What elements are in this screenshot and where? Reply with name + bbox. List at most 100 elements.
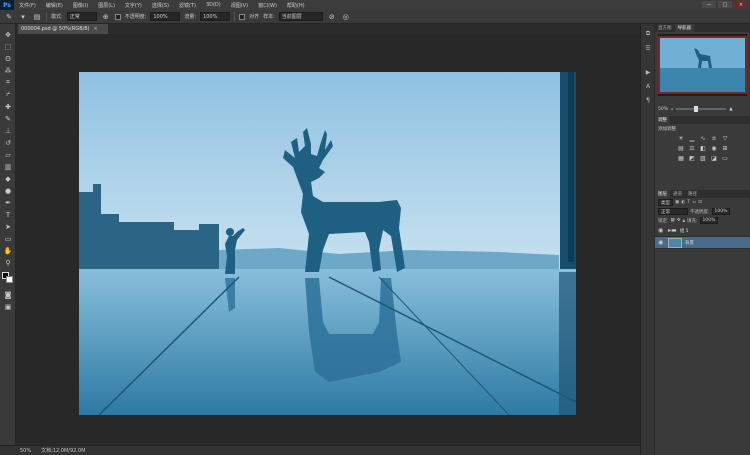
pressure-icon[interactable]: ◎: [341, 12, 351, 22]
canvas-area[interactable]: [16, 34, 640, 445]
history-brush-tool-icon[interactable]: ↺: [3, 138, 13, 147]
path-select-tool-icon[interactable]: ➤: [3, 222, 13, 231]
clone-stamp-tool-icon[interactable]: ⊥: [3, 126, 13, 135]
visibility-eye-icon[interactable]: ◉: [658, 227, 665, 234]
zoom-out-icon[interactable]: ▵: [671, 107, 673, 112]
lock-pixels-icon[interactable]: ▦: [671, 218, 675, 223]
black-white-icon[interactable]: ◧: [699, 145, 707, 152]
fill-field[interactable]: 100%: [699, 217, 719, 224]
document-size[interactable]: 文档:12.0M/92.0M: [41, 447, 85, 454]
menu-window[interactable]: 窗口(W): [253, 2, 282, 9]
layer-group[interactable]: ◉ ▸▬ 组 1: [655, 225, 750, 237]
opacity-field[interactable]: 100%: [150, 12, 181, 21]
zoom-level[interactable]: 50%: [20, 448, 31, 454]
minimize-button[interactable]: —: [702, 1, 716, 8]
brush-tool-icon[interactable]: ✎: [4, 12, 14, 22]
quick-mask-icon[interactable]: ◙: [3, 290, 13, 299]
quick-select-tool-icon[interactable]: ⁂: [3, 66, 13, 75]
history-panel-icon[interactable]: ⧉: [644, 30, 652, 38]
navigator-thumbnail[interactable]: [658, 34, 747, 96]
document-tab[interactable]: 000004.psd @ 50%(RGB/8) ×: [18, 24, 108, 34]
marquee-tool-icon[interactable]: ⬚: [3, 42, 13, 51]
layer-background[interactable]: ◉ 背景: [655, 237, 750, 249]
document-canvas-image[interactable]: [79, 72, 576, 415]
brush-tool-icon[interactable]: ✎: [3, 114, 13, 123]
filter-pixel-icon[interactable]: ▣: [675, 200, 679, 205]
filter-smart-icon[interactable]: ⊡: [698, 200, 702, 205]
threshold-icon[interactable]: ◪: [710, 155, 718, 162]
paragraph-panel-icon[interactable]: ¶: [644, 96, 652, 104]
zoom-slider[interactable]: [676, 106, 727, 112]
crop-tool-icon[interactable]: ⌗: [3, 78, 13, 87]
filter-adjust-icon[interactable]: ◐: [681, 200, 685, 205]
menu-view[interactable]: 视图(V): [226, 2, 253, 9]
flow-field[interactable]: 100%: [200, 12, 231, 21]
levels-icon[interactable]: ▁: [688, 135, 696, 142]
zoom-in-icon[interactable]: ▲: [729, 107, 732, 112]
gradient-map-icon[interactable]: ▭: [721, 155, 729, 162]
ignore-adjustment-icon[interactable]: ⊘: [327, 12, 337, 22]
navigator-zoom[interactable]: 50%: [658, 107, 668, 112]
photo-filter-icon[interactable]: ◉: [710, 145, 718, 152]
menu-type[interactable]: 文字(Y): [120, 2, 147, 9]
tab-layers[interactable]: 图层: [655, 190, 670, 198]
color-balance-icon[interactable]: ⚖: [688, 145, 696, 152]
menu-filter[interactable]: 滤镜(T): [174, 2, 201, 9]
tab-channels[interactable]: 通道: [670, 190, 685, 198]
hand-tool-icon[interactable]: ✋: [3, 246, 13, 255]
maximize-button[interactable]: □: [718, 1, 732, 8]
menu-layer[interactable]: 图层(L): [93, 2, 120, 9]
eyedropper-tool-icon[interactable]: ⌿: [3, 90, 13, 99]
vibrance-icon[interactable]: ▽: [721, 135, 729, 142]
shape-tool-icon[interactable]: ▭: [3, 234, 13, 243]
zoom-tool-icon[interactable]: ⚲: [3, 258, 13, 267]
menu-3d[interactable]: 3D(D): [201, 2, 226, 8]
brightness-icon[interactable]: ☀: [677, 135, 685, 142]
lasso-tool-icon[interactable]: ʘ: [3, 54, 13, 63]
brush-panel-icon[interactable]: ▤: [32, 12, 42, 22]
brush-preset-icon[interactable]: ▾: [18, 12, 28, 22]
move-tool-icon[interactable]: ✥: [3, 30, 13, 39]
align-checkbox[interactable]: [239, 13, 246, 20]
healing-brush-tool-icon[interactable]: ✚: [3, 102, 13, 111]
menu-help[interactable]: 帮助(H): [282, 2, 310, 9]
menu-select[interactable]: 选择(S): [147, 2, 174, 9]
sample-select[interactable]: 当前图层: [278, 12, 323, 21]
layer-opacity-field[interactable]: 100%: [711, 208, 731, 215]
tab-paths[interactable]: 路径: [685, 190, 700, 198]
eraser-tool-icon[interactable]: ▱: [3, 150, 13, 159]
tab-navigator[interactable]: 导航器: [674, 24, 694, 32]
menu-image[interactable]: 图像(I): [68, 2, 93, 9]
filter-type-icon[interactable]: T: [687, 200, 690, 205]
channel-mixer-icon[interactable]: ⊞: [721, 145, 729, 152]
gradient-tool-icon[interactable]: ▥: [3, 162, 13, 171]
screen-mode-icon[interactable]: ▣: [3, 302, 13, 311]
dodge-tool-icon[interactable]: ●: [3, 186, 13, 195]
tab-adjustments[interactable]: 调整: [655, 116, 670, 124]
hue-saturation-icon[interactable]: ▤: [677, 145, 685, 152]
close-button[interactable]: ×: [734, 1, 748, 8]
source-checkbox[interactable]: [114, 13, 121, 20]
source-sampled-icon[interactable]: ⊕: [101, 12, 111, 22]
curves-icon[interactable]: ∿: [699, 135, 707, 142]
layer-kind-select[interactable]: 类型: [658, 199, 673, 206]
blend-mode-select[interactable]: 正常: [658, 208, 688, 215]
invert-icon[interactable]: ◩: [688, 155, 696, 162]
menu-file[interactable]: 文件(F): [14, 2, 41, 9]
menu-edit[interactable]: 编辑(E): [41, 2, 68, 9]
properties-panel-icon[interactable]: ☰: [644, 44, 652, 52]
close-tab-icon[interactable]: ×: [93, 26, 97, 32]
lock-position-icon[interactable]: ✥: [677, 218, 681, 223]
exposure-icon[interactable]: ±: [710, 135, 718, 142]
lock-all-icon[interactable]: 🔒︎: [683, 218, 685, 224]
filter-shape-icon[interactable]: ▭: [692, 200, 696, 205]
mode-select[interactable]: 正常: [66, 12, 97, 21]
actions-panel-icon[interactable]: ▶: [644, 68, 652, 76]
zoom-slider-handle[interactable]: [694, 106, 699, 112]
posterize-icon[interactable]: ▧: [699, 155, 707, 162]
blur-tool-icon[interactable]: ◆: [3, 174, 13, 183]
character-panel-icon[interactable]: A: [644, 82, 652, 90]
type-tool-icon[interactable]: T: [3, 210, 13, 219]
visibility-eye-icon[interactable]: ◉: [658, 239, 665, 246]
color-lookup-icon[interactable]: ▦: [677, 155, 685, 162]
